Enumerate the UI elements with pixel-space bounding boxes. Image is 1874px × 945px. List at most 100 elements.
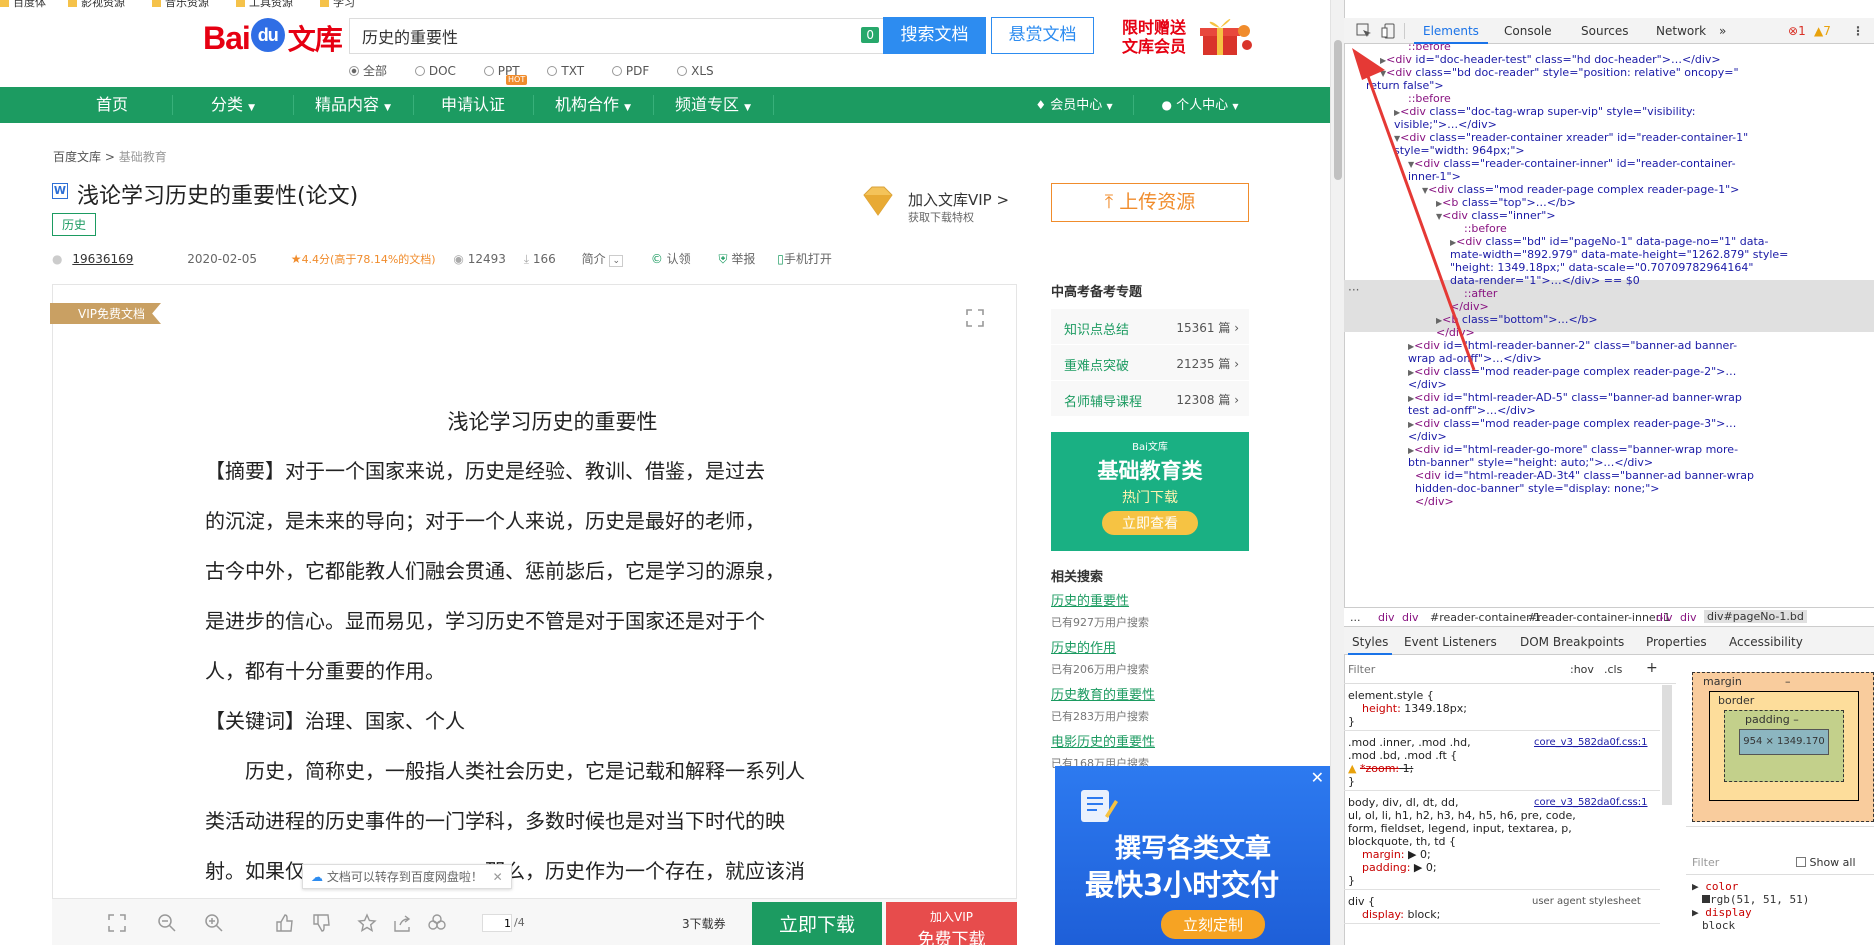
breadcrumb-current[interactable]: 基础教育 [119, 150, 167, 164]
nav-personal-center[interactable]: ● 个人中心 ▼ [1145, 87, 1255, 123]
bookmark-4[interactable]: 工具资源 [236, 0, 293, 8]
dom-node-line[interactable]: btn-banner" style="height: auto;">…</div… [1408, 456, 1653, 469]
vip-free-download-button[interactable]: 加入VIP 免费下载 [886, 902, 1017, 945]
rule-selector[interactable]: blockquote, th, td { [1348, 835, 1456, 848]
thumbs-down-icon[interactable] [312, 913, 332, 933]
css-declaration[interactable]: height: 1349.18px; [1362, 702, 1467, 715]
tab-accessibility[interactable]: Accessibility [1729, 635, 1803, 649]
zoom-out-icon[interactable] [157, 913, 177, 933]
kebab-menu-icon[interactable]: ⋮ [1852, 24, 1864, 38]
baidu-wenku-logo[interactable]: Bai du 文库 [203, 18, 343, 58]
nav-certify[interactable]: 申请认证 HOT [414, 75, 532, 123]
related-link[interactable]: 历史的作用 [1051, 637, 1149, 656]
type-txt[interactable]: TXT [547, 64, 584, 78]
search-docs-button[interactable]: 搜索文档 [883, 17, 986, 54]
crumb-item[interactable]: #reader-container-1 [1430, 611, 1541, 624]
type-pdf[interactable]: PDF [611, 64, 649, 78]
rule-selector[interactable]: div { [1348, 895, 1375, 908]
upload-button[interactable]: ⤒ 上传资源 [1051, 183, 1249, 222]
thumbs-up-icon[interactable] [275, 913, 295, 933]
rule-selector[interactable]: .mod .inner, .mod .hd, [1348, 736, 1471, 749]
dom-node-line[interactable]: test ad-onff">…</div> [1408, 404, 1536, 417]
styles-scrollbar[interactable] [1662, 685, 1672, 805]
dom-node-line[interactable]: </div> [1408, 430, 1447, 443]
nav-member-center[interactable]: ♦ 会员中心 ▼ [1024, 87, 1124, 123]
zoom-in-icon[interactable] [204, 913, 224, 933]
add-rule-button[interactable]: + [1646, 660, 1658, 676]
author-link[interactable]: 19636169 [72, 252, 133, 266]
nav-channels[interactable]: 频道专区 ▼ [654, 87, 772, 123]
rule-close[interactable]: } [1348, 775, 1355, 788]
bookmark-5[interactable]: 学习 [320, 0, 355, 8]
doc-tag[interactable]: 历史 [52, 213, 97, 236]
type-all[interactable]: 全部 [349, 64, 387, 78]
css-declaration[interactable]: padding: ▶ 0; [1362, 861, 1437, 874]
ad-customize-button[interactable]: 立刻定制 [1161, 910, 1266, 939]
related-item[interactable]: 历史的作用 已有206万用户搜索 [1051, 637, 1149, 677]
type-xls[interactable]: XLS [677, 64, 714, 78]
close-icon[interactable]: ✕ [493, 870, 503, 884]
tab-dom-breakpoints[interactable]: DOM Breakpoints [1520, 635, 1624, 649]
crumb-item[interactable]: div [1680, 611, 1697, 624]
fullscreen-icon[interactable] [107, 913, 127, 933]
bookmark-1[interactable]: 百度体 [0, 0, 46, 8]
page-number-input[interactable] [482, 914, 512, 932]
css-declaration[interactable]: display: block; [1362, 908, 1440, 921]
dom-node-line[interactable]: mate-width="892.979" data-mate-height="1… [1450, 248, 1788, 261]
topic-item[interactable]: 知识点总结 15361 篇 › [1051, 309, 1249, 345]
basic-education-banner[interactable]: Bai文库 基础教育类 热门下载 立即查看 [1051, 432, 1249, 551]
warning-count[interactable]: ▲7 [1814, 24, 1831, 38]
related-link[interactable]: 历史教育的重要性 [1051, 684, 1155, 703]
gift-icon[interactable] [1195, 17, 1253, 57]
mobile-open-link[interactable]: 手机打开 [784, 252, 832, 266]
search-input[interactable] [362, 26, 842, 45]
inspect-element-icon[interactable] [1356, 23, 1372, 39]
styles-filter-input[interactable] [1348, 660, 1548, 678]
reward-docs-button[interactable]: 悬赏文档 [991, 17, 1094, 54]
dom-node-line[interactable]: hidden-doc-banner" style="display: none;… [1415, 482, 1659, 495]
related-link[interactable]: 历史的重要性 [1051, 590, 1149, 609]
rule-source-link[interactable]: core_v3_582da0f.css:1 [1534, 736, 1648, 749]
type-doc[interactable]: DOC [414, 64, 456, 78]
crumb-item[interactable]: ... [1350, 611, 1361, 624]
nav-institution[interactable]: 机构合作 ▼ [534, 87, 652, 123]
color-swatch[interactable] [1702, 895, 1710, 903]
related-item[interactable]: 历史的重要性 已有927万用户搜索 [1051, 590, 1149, 630]
tab-network[interactable]: Network [1656, 24, 1706, 38]
tab-properties[interactable]: Properties [1646, 635, 1707, 649]
fullscreen-icon[interactable] [966, 309, 984, 327]
more-tabs-icon[interactable]: » [1719, 24, 1726, 38]
topic-item[interactable]: 重难点突破 21235 篇 › [1051, 345, 1249, 381]
rule-selector[interactable]: body, div, dl, dt, dd, [1348, 796, 1459, 809]
writing-service-ad[interactable]: ✕ 撰写各类文章 最快3小时交付 立刻定制 [1055, 766, 1330, 945]
crumb-item[interactable]: #reader-container-inner-1 [1528, 611, 1670, 624]
topic-item[interactable]: 名师辅导课程 12308 篇 › [1051, 381, 1249, 417]
nav-premium[interactable]: 精品内容 ▼ [294, 87, 412, 123]
netdisk-icon[interactable] [427, 913, 447, 933]
computed-filter-input[interactable]: Filter [1692, 856, 1719, 869]
device-toolbar-icon[interactable] [1381, 23, 1397, 39]
breadcrumb-root[interactable]: 百度文库 [53, 150, 101, 164]
tab-event-listeners[interactable]: Event Listeners [1404, 635, 1497, 649]
crumb-item[interactable]: div [1378, 611, 1395, 624]
expand-triangle-icon[interactable]: ▶ [1692, 880, 1699, 893]
bookmark-3[interactable]: 音乐资源 [152, 0, 209, 8]
rule-selector[interactable]: .mod .bd, .mod .ft { [1348, 749, 1457, 762]
crumb-item[interactable]: div [1402, 611, 1419, 624]
related-link[interactable]: 电影历史的重要性 [1051, 731, 1155, 750]
bookmark-2[interactable]: 影视资源 [68, 0, 125, 8]
hover-state-button[interactable]: :hov [1570, 663, 1594, 676]
related-item[interactable]: 历史教育的重要性 已有283万用户搜索 [1051, 684, 1155, 724]
intro-toggle[interactable]: 简介 ⌄ [582, 252, 624, 267]
download-now-button[interactable]: 立即下载 [752, 902, 882, 945]
expand-triangle-icon[interactable]: ▶ [1692, 906, 1699, 919]
dom-node-line[interactable]: </div> [1415, 495, 1454, 508]
close-icon[interactable]: ✕ [1311, 768, 1324, 787]
report-link[interactable]: 举报 [731, 252, 755, 266]
tab-sources[interactable]: Sources [1581, 24, 1628, 38]
rule-source-link[interactable]: core_v3_582da0f.css:1 [1534, 796, 1648, 809]
promo-link[interactable]: 限时赠送 文库会员 [1122, 18, 1186, 56]
share-icon[interactable] [392, 913, 412, 933]
tab-console[interactable]: Console [1504, 24, 1552, 38]
rule-selector[interactable]: form, fieldset, legend, input, textarea,… [1348, 822, 1572, 835]
